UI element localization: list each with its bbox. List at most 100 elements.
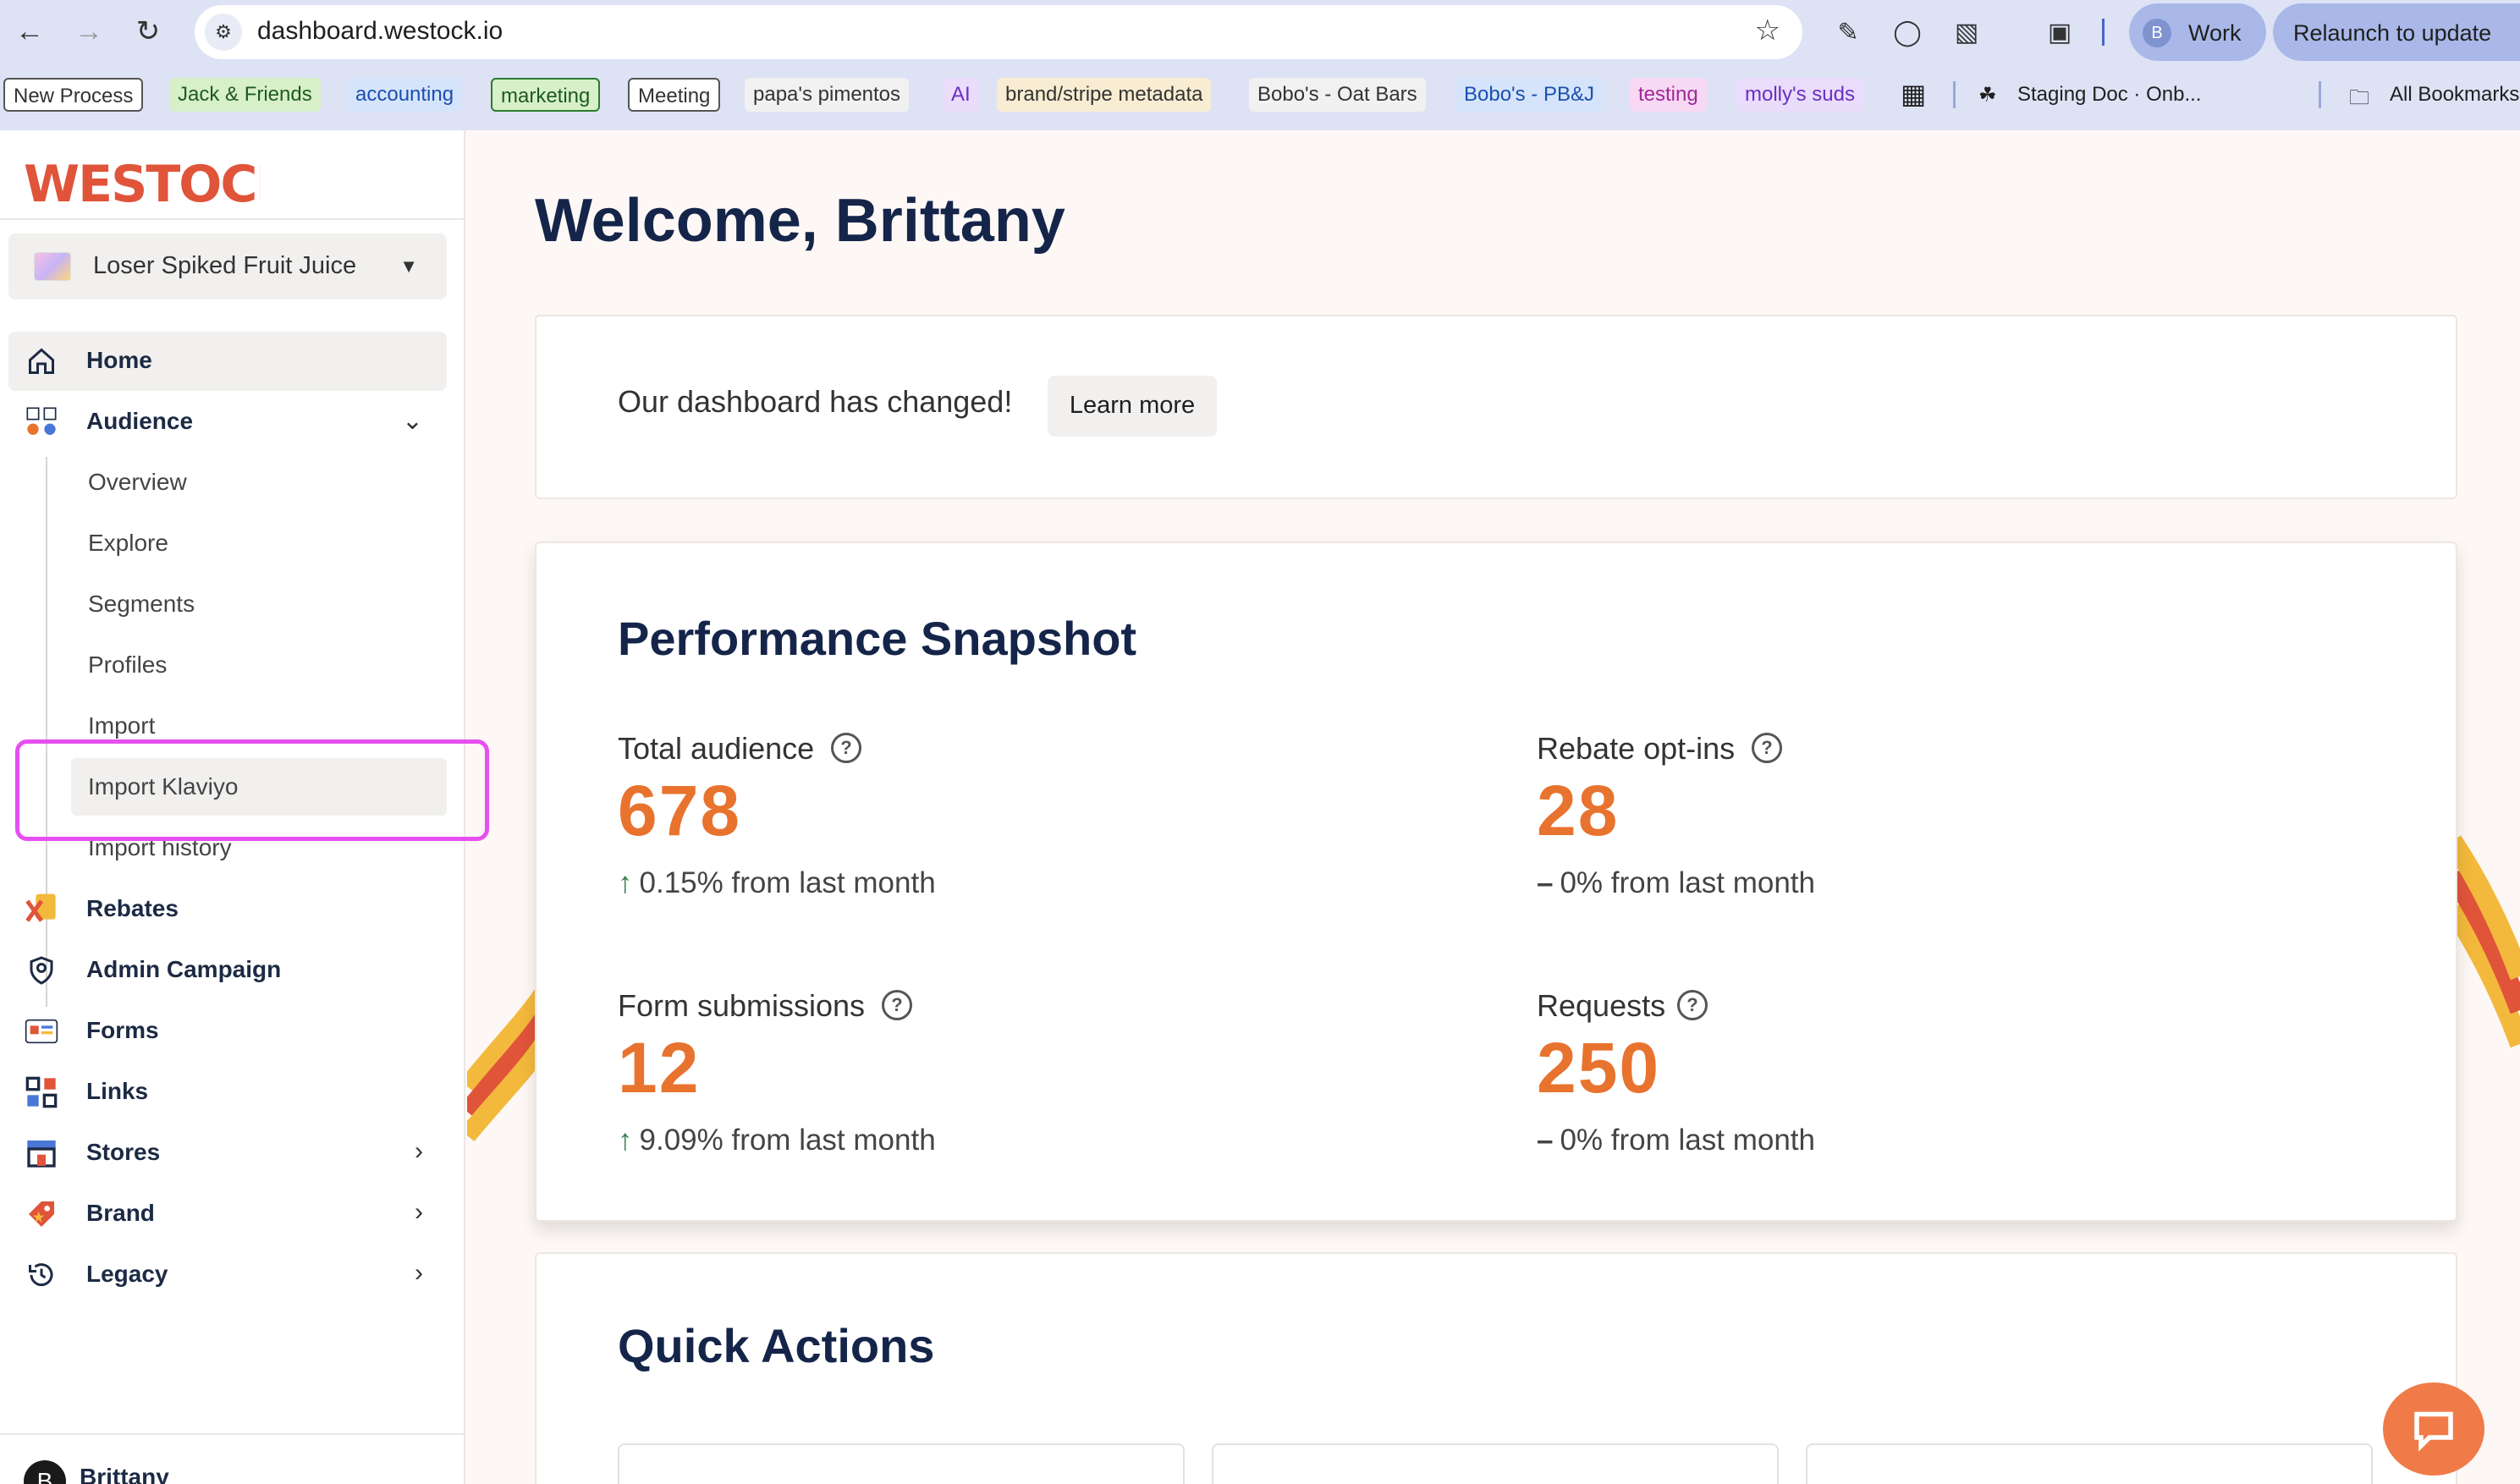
sidebar-item-label: Rebates: [86, 895, 179, 921]
sidebar-item-rebates[interactable]: Rebates: [8, 880, 447, 939]
eyedropper-icon[interactable]: ✎: [1829, 14, 1867, 51]
bookmarks-bar: New Process Jack & Friends accounting ma…: [0, 74, 2520, 117]
help-question-icon[interactable]: ?: [1677, 990, 1708, 1020]
bookmark-1[interactable]: Jack & Friends: [169, 78, 321, 112]
sidebar-user[interactable]: B Brittany: [0, 1433, 464, 1484]
quick-action-tile[interactable]: [1806, 1443, 2373, 1484]
brand-tag-icon: [24, 1196, 59, 1232]
forward-arrow-icon[interactable]: →: [69, 12, 108, 51]
stat-label: Rebate opt-ins: [1537, 731, 1736, 766]
stat-label: Requests: [1537, 988, 1666, 1023]
toolbar-separator: [2102, 19, 2105, 46]
sidebar-item-brand[interactable]: Brand ›: [8, 1184, 447, 1244]
all-bookmarks[interactable]: All Bookmarks: [2390, 83, 2519, 107]
apps-grid-icon[interactable]: ▦: [1901, 78, 1926, 110]
rebates-icon: [24, 892, 59, 927]
chat-bubble-icon: [2414, 1411, 2453, 1452]
url-text[interactable]: dashboard.westock.io: [257, 17, 503, 46]
submenu-item-segments[interactable]: Segments: [71, 575, 447, 633]
profile-chip[interactable]: B Work: [2129, 3, 2266, 61]
chevron-right-icon: ›: [415, 1259, 423, 1287]
bookmark-5[interactable]: papa's pimentos: [745, 78, 910, 112]
bookmark-6[interactable]: AI: [943, 78, 979, 112]
back-arrow-icon[interactable]: ←: [10, 12, 49, 51]
submenu-item-explore[interactable]: Explore: [71, 514, 447, 572]
submenu-label: Segments: [88, 591, 195, 617]
stat-total-audience: Total audience ? 678 ↑ 0.15% from last mo…: [618, 731, 1379, 943]
bookmark-star-icon[interactable]: ☆: [1755, 14, 1780, 47]
stat-change: –0% from last month: [1537, 1124, 1815, 1157]
sidebar-item-label: Audience: [86, 408, 194, 434]
bookmark-10[interactable]: testing: [1630, 78, 1707, 112]
bookmarks-separator-2: [2319, 81, 2321, 108]
home-icon: [24, 344, 59, 379]
page-title: Welcome, Brittany: [535, 187, 1065, 255]
tab-search-icon[interactable]: ▣: [2041, 14, 2078, 51]
stat-change: ↑ 0.15% from last month: [618, 866, 936, 900]
reload-icon[interactable]: ↻: [129, 12, 168, 51]
quick-actions-title: Quick Actions: [618, 1319, 935, 1372]
performance-snapshot-card: Performance Snapshot Total audience ? 67…: [535, 541, 2457, 1222]
caret-down-icon: ▼: [399, 256, 418, 277]
stat-change-text: 0% from last month: [1560, 866, 1815, 899]
extensions-puzzle-icon[interactable]: ▧: [1948, 14, 1985, 51]
stat-rebate-optins: Rebate opt-ins ? 28 –0% from last month: [1537, 731, 2298, 943]
arrow-up-icon: ↑: [618, 1124, 633, 1157]
sidebar-item-label: Admin Campaign: [86, 956, 282, 982]
brand-thumbnail: [34, 252, 71, 281]
extension-shield-icon[interactable]: ◯: [1889, 14, 1926, 51]
bookmark-3[interactable]: marketing: [491, 78, 601, 112]
chevron-right-icon: ›: [415, 1137, 423, 1165]
bookmark-11[interactable]: molly's suds: [1736, 78, 1863, 112]
staging-doc-icon: ☘: [1978, 84, 1997, 107]
sidebar-item-home[interactable]: Home: [8, 332, 447, 391]
relaunch-button[interactable]: Relaunch to update: [2273, 3, 2520, 61]
bookmark-0[interactable]: New Process: [3, 78, 144, 112]
bookmark-7[interactable]: brand/stripe metadata: [997, 78, 1212, 112]
quick-action-tile[interactable]: [618, 1443, 1185, 1484]
sidebar-item-stores[interactable]: Stores ›: [8, 1124, 447, 1183]
bookmark-9[interactable]: Bobo's - PB&J: [1455, 78, 1603, 112]
westock-logo[interactable]: WESTOCK: [24, 147, 261, 215]
help-chat-button[interactable]: [2383, 1382, 2484, 1476]
sidebar-item-forms[interactable]: Forms: [8, 1002, 447, 1061]
stat-value: 250: [1537, 1028, 1661, 1108]
submenu-item-profiles[interactable]: Profiles: [71, 636, 447, 694]
address-bar[interactable]: ⚙ dashboard.westock.io ☆: [195, 5, 1802, 59]
performance-snapshot-title: Performance Snapshot: [618, 612, 1137, 665]
stat-value: 28: [1537, 771, 1620, 850]
dashboard-changed-notice: Our dashboard has changed! Learn more: [535, 315, 2457, 499]
stat-value: 678: [618, 771, 742, 850]
chevron-down-icon: ⌄: [401, 407, 423, 435]
quick-action-tile[interactable]: [1212, 1443, 1779, 1484]
sidebar-item-admin-campaign[interactable]: Admin Campaign: [8, 941, 447, 1000]
shield-icon: [24, 953, 59, 988]
sidebar-item-label: Forms: [86, 1017, 159, 1043]
bookmark-2[interactable]: accounting: [347, 78, 463, 112]
submenu-item-overview[interactable]: Overview: [71, 453, 447, 511]
notice-text: Our dashboard has changed!: [618, 384, 1013, 419]
dash-icon: –: [1537, 1124, 1554, 1157]
sidebar-item-legacy[interactable]: Legacy ›: [8, 1245, 447, 1305]
annotation-highlight-box: [15, 739, 489, 841]
site-info-icon[interactable]: ⚙: [205, 14, 242, 51]
learn-more-button[interactable]: Learn more: [1048, 376, 1217, 437]
help-question-icon[interactable]: ?: [882, 990, 912, 1020]
stat-change: ↑ 9.09% from last month: [618, 1124, 936, 1157]
help-question-icon[interactable]: ?: [831, 733, 861, 763]
submenu-label: Import: [88, 712, 156, 739]
folder-icon: 🗀: [2349, 86, 2369, 109]
submenu-label: Overview: [88, 469, 187, 495]
history-icon: [24, 1257, 59, 1293]
help-question-icon[interactable]: ?: [1752, 733, 1782, 763]
bookmark-staging-doc[interactable]: Staging Doc · Onb...: [2017, 83, 2201, 107]
sidebar-item-links[interactable]: Links: [8, 1063, 447, 1122]
stat-change: –0% from last month: [1537, 866, 1815, 900]
bookmark-4[interactable]: Meeting: [628, 78, 721, 112]
brand-selector[interactable]: Loser Spiked Fruit Juice ▼: [8, 234, 447, 300]
stat-change-text: 9.09% from last month: [639, 1124, 936, 1157]
sidebar-divider: [0, 218, 464, 220]
sidebar-item-audience[interactable]: Audience ⌄: [8, 393, 447, 452]
profile-name: Work: [2188, 20, 2242, 46]
bookmark-8[interactable]: Bobo's - Oat Bars: [1249, 78, 1426, 112]
